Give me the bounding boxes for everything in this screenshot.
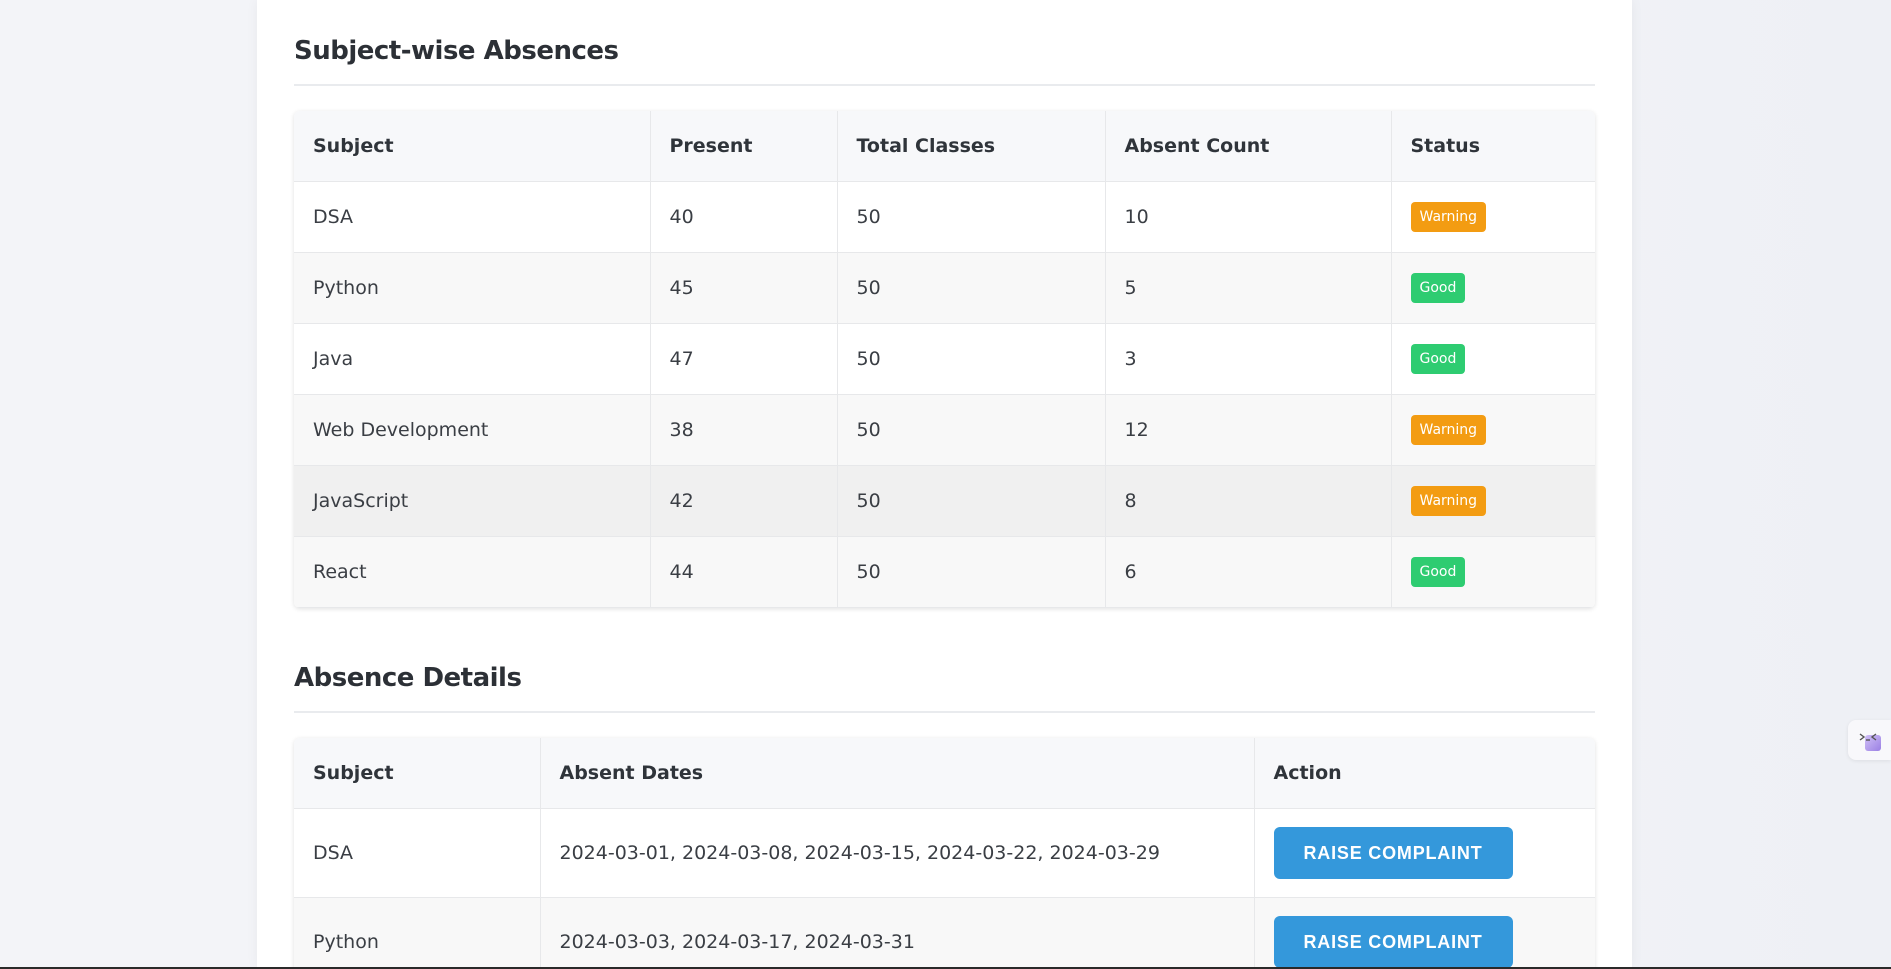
- cell-subject: Java: [294, 323, 651, 395]
- cell-total: 50: [837, 394, 1106, 466]
- cell-present: 38: [650, 394, 838, 466]
- cell-subject: DSA: [294, 181, 651, 253]
- cell-absent: 8: [1105, 465, 1392, 537]
- cell-subject: JavaScript: [294, 465, 651, 537]
- table-row[interactable]: JavaScript 42 50 8 Warning: [294, 465, 1595, 537]
- absence-details-section: Absence Details Subject Absent Dates Act…: [294, 663, 1595, 967]
- cell-absent: 6: [1105, 536, 1392, 608]
- cell-absent: 10: [1105, 181, 1392, 253]
- section-title: Absence Details: [294, 663, 1595, 713]
- column-header-subject[interactable]: Subject: [294, 738, 541, 809]
- table-row[interactable]: DSA 40 50 10 Warning: [294, 181, 1595, 253]
- status-badge: Good: [1410, 344, 1466, 374]
- column-header-absent-count[interactable]: Absent Count: [1105, 111, 1392, 182]
- cell-present: 42: [650, 465, 838, 537]
- status-badge: Warning: [1410, 202, 1487, 232]
- raise-complaint-button[interactable]: RAISE COMPLAINT: [1273, 827, 1513, 879]
- subject-absences-section: Subject-wise Absences Subject Present To…: [294, 36, 1595, 608]
- assistant-widget-button[interactable]: [1848, 720, 1891, 760]
- cell-present: 45: [650, 252, 838, 324]
- cell-total: 50: [837, 465, 1106, 537]
- subject-absences-table: Subject Present Total Classes Absent Cou…: [294, 111, 1595, 608]
- cell-status: Good: [1391, 536, 1595, 608]
- cell-absent: 5: [1105, 252, 1392, 324]
- cell-status: Warning: [1391, 181, 1595, 253]
- status-badge: Warning: [1410, 486, 1487, 516]
- cell-status: Good: [1391, 252, 1595, 324]
- cell-subject: DSA: [294, 808, 541, 898]
- raise-complaint-button[interactable]: RAISE COMPLAINT: [1273, 916, 1513, 967]
- cell-subject: Python: [294, 897, 541, 967]
- cell-absent: 12: [1105, 394, 1392, 466]
- absence-details-table-wrapper: Subject Absent Dates Action DSA 2024-03-…: [294, 738, 1595, 967]
- cell-action: RAISE COMPLAINT: [1254, 897, 1595, 967]
- subject-absences-table-wrapper: Subject Present Total Classes Absent Cou…: [294, 111, 1595, 608]
- cell-status: Good: [1391, 323, 1595, 395]
- cell-total: 50: [837, 252, 1106, 324]
- cell-present: 47: [650, 323, 838, 395]
- cell-action: RAISE COMPLAINT: [1254, 808, 1595, 898]
- cell-absent: 3: [1105, 323, 1392, 395]
- cell-present: 40: [650, 181, 838, 253]
- page-viewport: Subject-wise Absences Subject Present To…: [0, 0, 1891, 967]
- status-badge: Good: [1410, 557, 1466, 587]
- table-header-row: Subject Absent Dates Action: [294, 738, 1595, 809]
- cell-subject: Web Development: [294, 394, 651, 466]
- cell-present: 44: [650, 536, 838, 608]
- table-row[interactable]: React 44 50 6 Good: [294, 536, 1595, 608]
- column-header-present[interactable]: Present: [650, 111, 838, 182]
- table-row[interactable]: Python 2024-03-03, 2024-03-17, 2024-03-3…: [294, 897, 1595, 967]
- cell-status: Warning: [1391, 394, 1595, 466]
- column-header-status[interactable]: Status: [1391, 111, 1595, 182]
- table-row[interactable]: Web Development 38 50 12 Warning: [294, 394, 1595, 466]
- column-header-action[interactable]: Action: [1254, 738, 1595, 809]
- table-header-row: Subject Present Total Classes Absent Cou…: [294, 111, 1595, 182]
- table-row[interactable]: Java 47 50 3 Good: [294, 323, 1595, 395]
- column-header-absent-dates[interactable]: Absent Dates: [540, 738, 1255, 809]
- cell-subject: React: [294, 536, 651, 608]
- column-header-subject[interactable]: Subject: [294, 111, 651, 182]
- cell-absent-dates: 2024-03-01, 2024-03-08, 2024-03-15, 2024…: [540, 808, 1255, 898]
- cell-subject: Python: [294, 252, 651, 324]
- status-badge: Good: [1410, 273, 1466, 303]
- table-row[interactable]: Python 45 50 5 Good: [294, 252, 1595, 324]
- status-badge: Warning: [1410, 415, 1487, 445]
- absence-details-table: Subject Absent Dates Action DSA 2024-03-…: [294, 738, 1595, 967]
- table-row[interactable]: DSA 2024-03-01, 2024-03-08, 2024-03-15, …: [294, 808, 1595, 898]
- assistant-icon: [1859, 733, 1881, 751]
- column-header-total-classes[interactable]: Total Classes: [837, 111, 1106, 182]
- content-card: Subject-wise Absences Subject Present To…: [257, 0, 1632, 967]
- cell-total: 50: [837, 181, 1106, 253]
- section-title: Subject-wise Absences: [294, 36, 1595, 86]
- cell-total: 50: [837, 323, 1106, 395]
- cell-absent-dates: 2024-03-03, 2024-03-17, 2024-03-31: [540, 897, 1255, 967]
- cell-status: Warning: [1391, 465, 1595, 537]
- cell-total: 50: [837, 536, 1106, 608]
